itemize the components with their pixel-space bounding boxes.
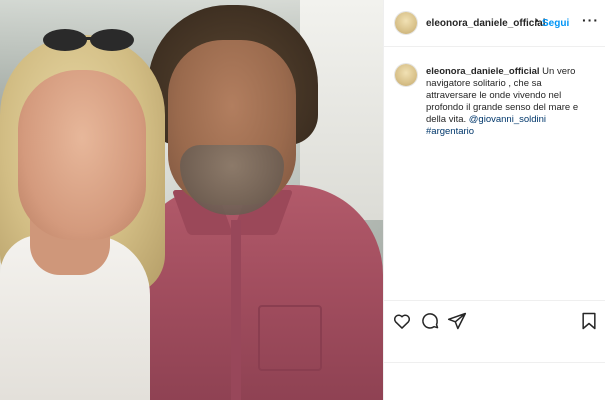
shirt-placket <box>231 220 241 400</box>
caption-mention[interactable]: @giovanni_soldini <box>469 114 546 125</box>
post-header: eleonora_daniele_official • Segui ··· <box>384 0 605 47</box>
share-icon[interactable] <box>447 311 467 331</box>
separator-dot: • <box>535 16 539 27</box>
post-photo[interactable] <box>0 0 383 400</box>
header-username[interactable]: eleonora_daniele_official <box>426 18 546 29</box>
heart-icon[interactable] <box>392 311 412 331</box>
more-options-icon[interactable]: ··· <box>582 12 599 28</box>
caption-username[interactable]: eleonora_daniele_official <box>426 66 540 77</box>
caption-text: eleonora_daniele_official Un vero naviga… <box>426 66 586 138</box>
sunglasses-icon <box>43 29 134 51</box>
caption-block: eleonora_daniele_official Un vero naviga… <box>384 46 605 286</box>
woman-face <box>18 70 146 240</box>
bookmark-icon[interactable] <box>579 311 599 331</box>
divider <box>384 362 605 363</box>
comment-icon[interactable] <box>420 311 440 331</box>
action-bar <box>384 300 605 339</box>
caption-avatar[interactable] <box>395 64 417 86</box>
shirt-pocket <box>258 305 322 371</box>
follow-button[interactable]: Segui <box>542 18 569 29</box>
caption-hashtag[interactable]: #argentario <box>426 126 474 137</box>
avatar[interactable] <box>395 12 417 34</box>
